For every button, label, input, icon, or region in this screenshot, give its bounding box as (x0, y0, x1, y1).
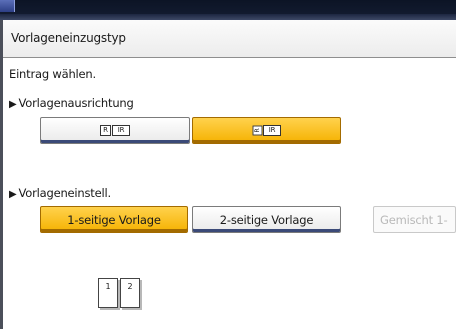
orientation-readable-icon: R IR (100, 125, 130, 136)
one-sided-original-button[interactable]: 1-seitige Vorlage (40, 206, 188, 233)
page-preview: 1 2 (98, 278, 140, 308)
orientation-unreadable-icon: R (252, 125, 263, 136)
title-bar: Vorlageneinzugstyp (3, 20, 456, 58)
setting-section-label: ▶ Vorlageneinstell. (9, 186, 111, 200)
two-sided-original-label: 2-seitige Vorlage (219, 212, 314, 227)
setting-label: Vorlageneinstell. (18, 186, 112, 200)
page-preview-icon: 1 (98, 278, 118, 308)
orientation-glyph-right: IR (263, 125, 281, 136)
right-triangle-icon: ▶ (9, 189, 17, 200)
mixed-original-label: Gemischt 1- (380, 212, 448, 227)
mixed-original-button: Gemischt 1- (373, 206, 456, 233)
orientation-readable-button[interactable]: R IR (40, 117, 190, 144)
instruction-text: Eintrag wählen. (9, 67, 96, 81)
orientation-glyph-left: R (252, 125, 263, 136)
orientation-unreadable-button[interactable]: R IR (192, 117, 341, 144)
corner-indicator-icon (0, 0, 15, 12)
orientation-section-label: ▶ Vorlagenausrichtung (9, 96, 134, 110)
two-sided-original-button[interactable]: 2-seitige Vorlage (192, 206, 341, 233)
screen: Vorlageneinzugstyp Eintrag wählen. ▶ Vorl… (0, 20, 456, 329)
right-triangle-icon: ▶ (9, 99, 17, 110)
page-title: Vorlageneinzugstyp (11, 31, 126, 45)
orientation-glyph-left: R (100, 125, 111, 136)
orientation-glyph-right: IR (112, 125, 130, 136)
page-preview-icon: 2 (120, 278, 140, 308)
page-number: 2 (127, 282, 133, 291)
left-frame (0, 20, 3, 329)
orientation-label: Vorlagenausrichtung (18, 96, 134, 110)
orientation-glyph-group: IR (263, 125, 281, 136)
device-bezel (0, 0, 456, 20)
one-sided-original-label: 1-seitige Vorlage (67, 212, 161, 227)
page-number: 1 (105, 282, 111, 291)
